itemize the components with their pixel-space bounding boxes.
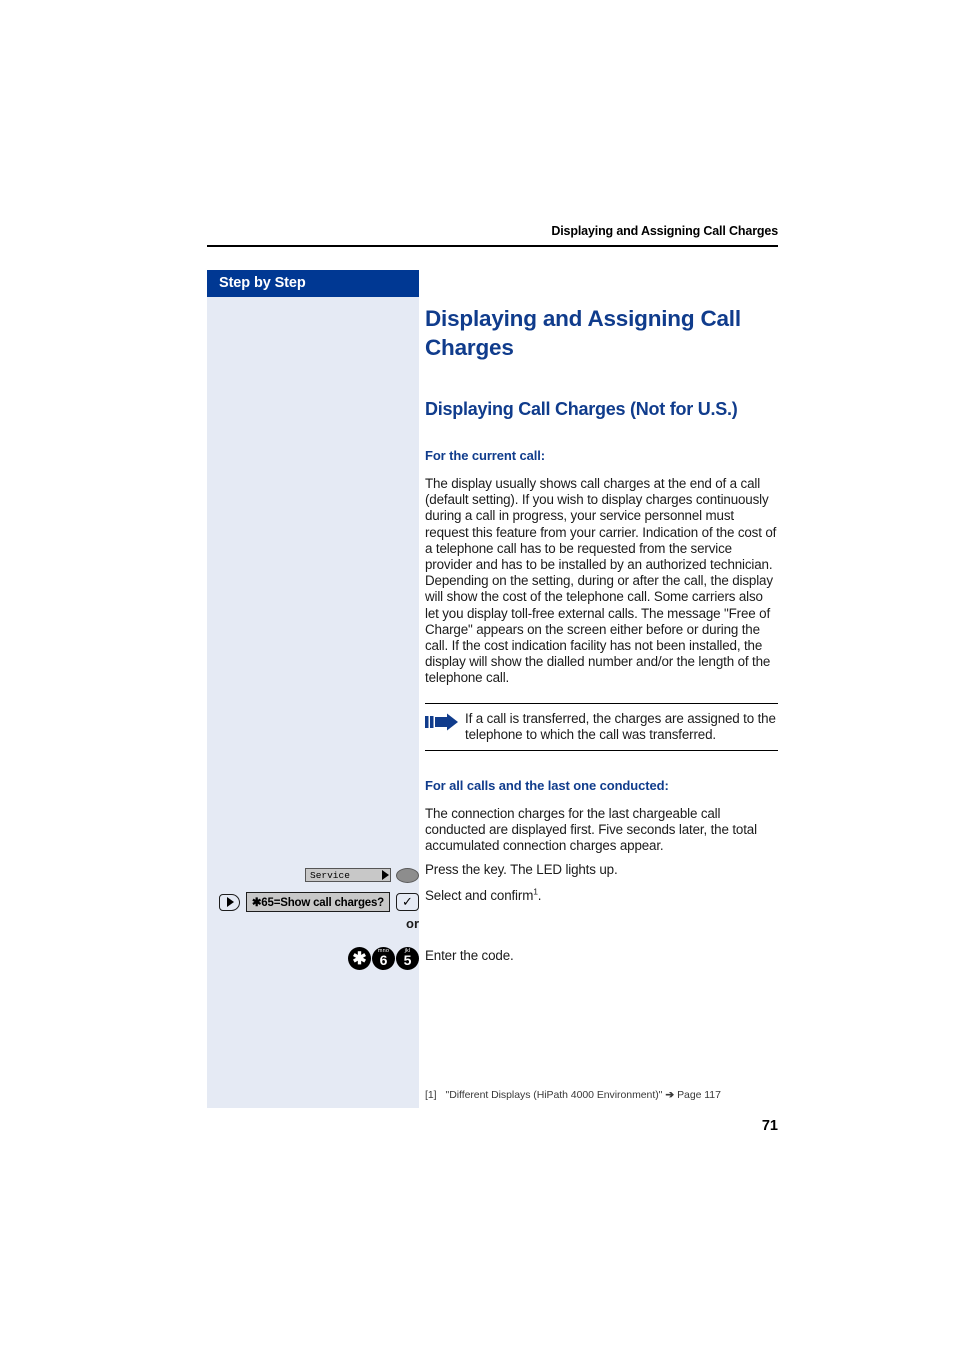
step-row-or: or — [207, 916, 778, 943]
step-action-text: Select and confirm1. — [425, 887, 778, 904]
page-title: Displaying and Assigning Call Charges — [425, 306, 741, 360]
header-rule — [207, 245, 778, 247]
main-content-column: Displaying and Assigning Call Charges Di… — [425, 270, 778, 855]
navigator-key-icon[interactable] — [218, 893, 240, 911]
dial-key-5-icon[interactable]: jkl 5 — [396, 946, 419, 970]
subheading-current-call: For the current call: — [425, 448, 545, 463]
or-separator-label: or — [406, 916, 419, 931]
page-number: 71 — [761, 1118, 778, 1134]
led-indicator-icon — [396, 867, 419, 883]
document-page: Displaying and Assigning Call Charges St… — [0, 0, 954, 1350]
paragraph-all-calls: The connection charges for the last char… — [425, 806, 757, 854]
step-row: ✱ mno 6 jkl 5 Enter the code. — [207, 943, 778, 973]
dial-key-letters: mno — [377, 948, 390, 954]
footnote-text: "Different Displays (HiPath 4000 Environ… — [445, 1089, 663, 1101]
dial-key-letters: jkl — [404, 948, 411, 954]
footnote-marker: [1] — [425, 1089, 437, 1101]
step-action-prefix: Select and confirm — [425, 888, 534, 903]
subheading-all-calls: For all calls and the last one conducted… — [425, 778, 669, 794]
running-header: Displaying and Assigning Call Charges — [551, 224, 778, 238]
dialpad-code-icons[interactable]: ✱ mno 6 jkl 5 — [348, 946, 419, 970]
step-action-suffix: . — [537, 888, 542, 903]
note-text: If a call is transferred, the charges ar… — [465, 710, 776, 742]
dial-key-char: ✱ — [352, 948, 367, 968]
footnote-target[interactable]: Page 117 — [677, 1089, 721, 1101]
service-key-icon[interactable]: Service — [305, 867, 419, 883]
step-rows: Service Press the key. The LED lights up… — [207, 862, 778, 973]
sidebar-title: Step by Step — [219, 275, 306, 291]
step-row: ✱65=Show call charges? ✓ Select and conf… — [207, 887, 778, 916]
arrow-right-icon: ➔ — [665, 1089, 675, 1101]
confirm-checkmark-icon[interactable]: ✓ — [396, 893, 419, 911]
dial-key-star-icon[interactable]: ✱ — [348, 946, 371, 970]
service-key-label: Service — [305, 868, 391, 882]
step-icon-group-service-key: Service — [207, 862, 419, 888]
phone-display-line: ✱65=Show call charges? — [245, 892, 390, 912]
footnote: [1] "Different Displays (HiPath 4000 Envi… — [425, 1088, 778, 1102]
note-arrow-icon — [425, 711, 465, 736]
note-box: If a call is transferred, the charges ar… — [425, 702, 778, 752]
step-icon-group-dialpad: ✱ mno 6 jkl 5 — [207, 943, 419, 973]
step-by-step-sidebar: Step by Step — [207, 270, 419, 1108]
dial-key-6-icon[interactable]: mno 6 — [372, 946, 395, 970]
step-action-text: Enter the code. — [425, 948, 514, 963]
step-action-text: Press the key. The LED lights up. — [425, 862, 618, 877]
step-row: Service Press the key. The LED lights up… — [207, 862, 778, 888]
paragraph-current-call: The display usually shows call charges a… — [425, 476, 777, 686]
step-icon-group-select-confirm: ✱65=Show call charges? ✓ — [207, 888, 419, 916]
sidebar-header-bar: Step by Step — [207, 270, 419, 297]
section-heading: Displaying Call Charges (Not for U.S.) — [425, 399, 738, 419]
